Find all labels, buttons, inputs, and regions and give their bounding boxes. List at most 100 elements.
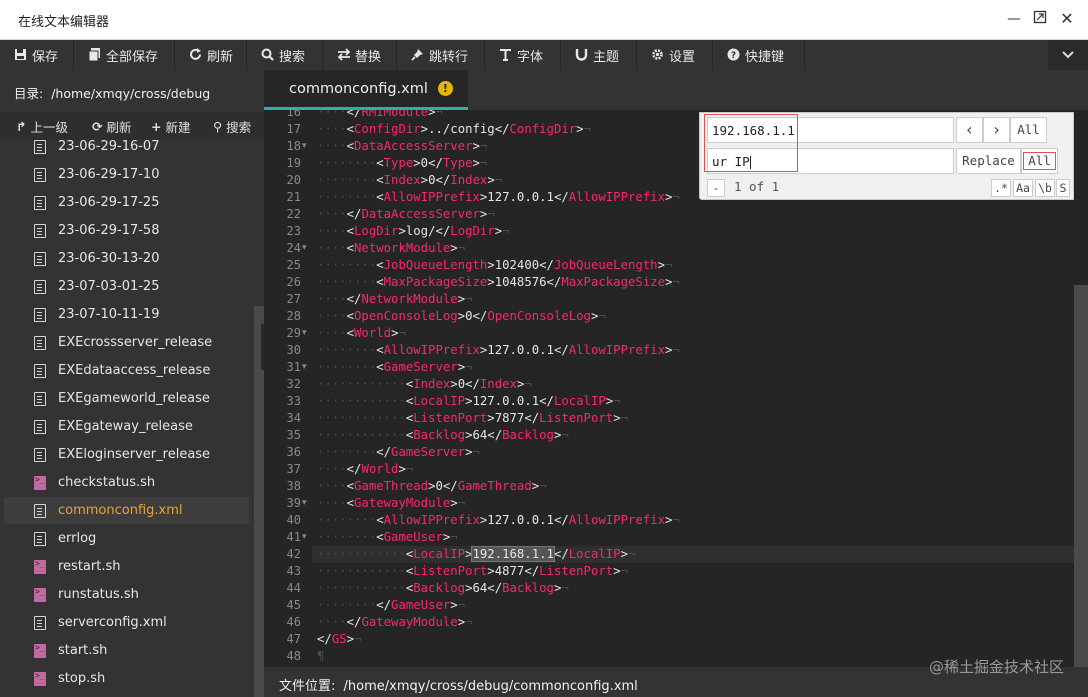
search-option-button[interactable]: S	[1056, 179, 1070, 197]
file-item[interactable]: EXEloginserver_release	[4, 441, 249, 468]
fold-arrow-icon[interactable]: ▾	[302, 359, 312, 376]
xml-text: </	[442, 479, 458, 493]
toolbar-pin-button[interactable]: 跳转行	[397, 40, 485, 70]
line-number: 45	[286, 598, 301, 612]
file-item[interactable]: errlog	[4, 525, 249, 552]
file-item[interactable]: commonconfig.xml	[4, 497, 249, 524]
indent-guide: ········	[317, 275, 377, 289]
minimize-icon[interactable]: —	[1005, 10, 1023, 28]
code-line: ········<Index>0</Index>¬	[317, 172, 502, 189]
toolbar-label: 替换	[355, 49, 382, 65]
search-option-button[interactable]: \b	[1035, 179, 1055, 197]
search-option-button[interactable]: Aa	[1013, 179, 1033, 197]
toolbar-theme-button[interactable]: 主题	[561, 40, 637, 70]
code-line: ············<LocalIP>127.0.0.1</LocalIP>…	[317, 393, 621, 410]
xml-tag: LocalIP	[413, 394, 466, 408]
file-item[interactable]: restart.sh	[4, 553, 249, 580]
file-item[interactable]: start.sh	[4, 637, 249, 664]
file-item[interactable]: serverconfig.xml	[4, 609, 249, 636]
toolbar-save-button[interactable]: 保存	[0, 40, 74, 70]
terminal-file-icon	[34, 671, 46, 686]
xml-text: <	[376, 173, 384, 187]
find-next-button[interactable]: ›	[983, 117, 1010, 143]
file-name: EXEgameworld_release	[58, 391, 210, 406]
file-name: EXEloginserver_release	[58, 447, 211, 462]
chevron-down-icon[interactable]	[1048, 40, 1088, 70]
indent-guide: ····	[317, 326, 347, 340]
code-line: ············<Index>0</Index>¬	[317, 376, 532, 393]
eol-marker: ¬	[539, 479, 547, 493]
code-line: ········<AllowIPPrefix>127.0.0.1</AllowI…	[317, 512, 680, 529]
document-icon	[34, 167, 46, 182]
xml-text: </	[553, 513, 569, 527]
fold-arrow-icon[interactable]: ▾	[302, 529, 312, 546]
file-item[interactable]: 23-06-29-17-25	[4, 189, 249, 216]
fold-arrow-icon[interactable]: ▾	[302, 138, 312, 155]
toolbar-search-button[interactable]: 搜索	[247, 40, 323, 70]
file-name: stop.sh	[58, 671, 106, 686]
xml-tag: Index	[413, 377, 451, 391]
fold-arrow-icon[interactable]: ▾	[302, 240, 312, 257]
fold-arrow-icon[interactable]: ▾	[302, 495, 312, 512]
file-item[interactable]: EXEcrossserver_release	[4, 329, 249, 356]
file-item[interactable]: stop.sh	[4, 665, 249, 692]
line-number: 43	[286, 564, 301, 578]
xml-text: <	[346, 496, 355, 510]
file-item[interactable]: 23-06-29-17-58	[4, 217, 249, 244]
file-item[interactable]: EXEdataaccess_release	[4, 357, 249, 384]
toolbar-font-button[interactable]: 字体	[485, 40, 561, 70]
file-item[interactable]: 23-06-29-16-07	[4, 140, 249, 160]
replace-all-button[interactable]: All	[1021, 148, 1058, 174]
find-all-button[interactable]: All	[1010, 117, 1047, 143]
xml-tag: JobQueueLength	[383, 258, 488, 272]
file-item[interactable]: checkstatus.sh	[4, 469, 249, 496]
file-name: 23-06-30-13-20	[58, 251, 160, 266]
maximize-icon[interactable]	[1031, 10, 1049, 28]
code-line: ····</World>¬	[317, 461, 413, 478]
document-icon	[34, 251, 46, 266]
toolbar-gear-button[interactable]: 设置	[637, 40, 713, 70]
file-item[interactable]: 23-07-03-01-25	[4, 273, 249, 300]
up-icon: ↱	[16, 118, 27, 134]
search-option-button[interactable]: .*	[991, 179, 1011, 197]
file-item[interactable]: EXEgateway_release	[4, 413, 249, 440]
line-number: 44	[286, 581, 301, 595]
xml-text: >	[613, 564, 621, 578]
toolbar-refresh-button[interactable]: 刷新	[175, 40, 247, 70]
toolbar-save-all-button[interactable]: 全部保存	[74, 40, 175, 70]
dir-refresh-button[interactable]: ⟳ 刷新	[92, 112, 132, 140]
dir-plus-button[interactable]: + 新建	[151, 112, 191, 140]
document-icon	[34, 615, 46, 630]
toolbar-label: 保存	[32, 49, 59, 65]
collapse-replace-button[interactable]: -	[707, 179, 725, 197]
replace-button[interactable]: Replace	[956, 148, 1021, 174]
xml-tag: Backlog	[413, 428, 466, 442]
dir-up-button[interactable]: ↱ 上一级	[16, 112, 68, 140]
gear-icon	[651, 48, 665, 62]
toolbar-replace-button[interactable]: 替换	[323, 40, 397, 70]
find-prev-button[interactable]: ‹	[956, 117, 983, 143]
eol-marker: ¬	[561, 581, 569, 595]
file-item[interactable]: EXEgameworld_release	[4, 385, 249, 412]
xml-text: </	[524, 411, 540, 425]
code-line: ········<Type>0</Type>¬	[317, 155, 487, 172]
xml-tag: AllowIPPrefix	[383, 513, 480, 527]
code-line: ····</NetworkModule>¬	[317, 291, 473, 308]
tab-commonconfig[interactable]: commonconfig.xml !	[264, 70, 468, 110]
xml-text: >	[487, 411, 495, 425]
fold-arrow-icon[interactable]: ▾	[302, 325, 312, 342]
xml-text: 102400	[494, 258, 540, 272]
close-icon[interactable]: ✕	[1058, 10, 1076, 28]
toolbar-help-button[interactable]: ? 快捷键	[713, 40, 805, 70]
xml-text: >	[465, 445, 473, 459]
file-item[interactable]: 23-06-30-13-20	[4, 245, 249, 272]
xml-text: </	[539, 258, 554, 272]
match-count: 1 of 1	[734, 179, 780, 194]
file-item[interactable]: 23-07-10-11-19	[4, 301, 249, 328]
editor-scrollbar[interactable]	[1074, 285, 1088, 667]
file-name: 23-07-03-01-25	[58, 279, 160, 294]
xml-tag: NetworkModule	[354, 241, 451, 255]
file-item[interactable]: 23-06-29-17-10	[4, 161, 249, 188]
dir-search-button[interactable]: ⚲ 搜索	[213, 112, 251, 140]
file-item[interactable]: runstatus.sh	[4, 581, 249, 608]
